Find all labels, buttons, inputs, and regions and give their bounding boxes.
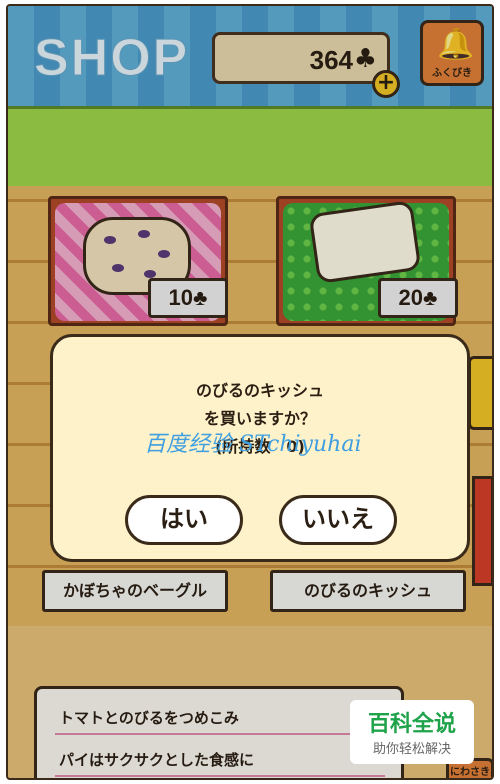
logo-subtitle: 助你轻松解决	[372, 742, 451, 757]
no-button[interactable]: いいえ	[279, 495, 397, 545]
yes-button[interactable]: はい	[125, 495, 243, 545]
app-frame: SHOP 364 ♣ + 🔔 ふくびき 10♣ 20♣ かぼちゃのベーグル のび…	[6, 4, 494, 780]
logo-title: 百科全说	[367, 712, 456, 737]
dialog-item-name: のびるのキッシュ	[195, 381, 324, 400]
watermark: 百度经验 STchiyuhai	[144, 432, 362, 457]
site-logo: 百科全说 助你轻松解决	[350, 700, 474, 764]
